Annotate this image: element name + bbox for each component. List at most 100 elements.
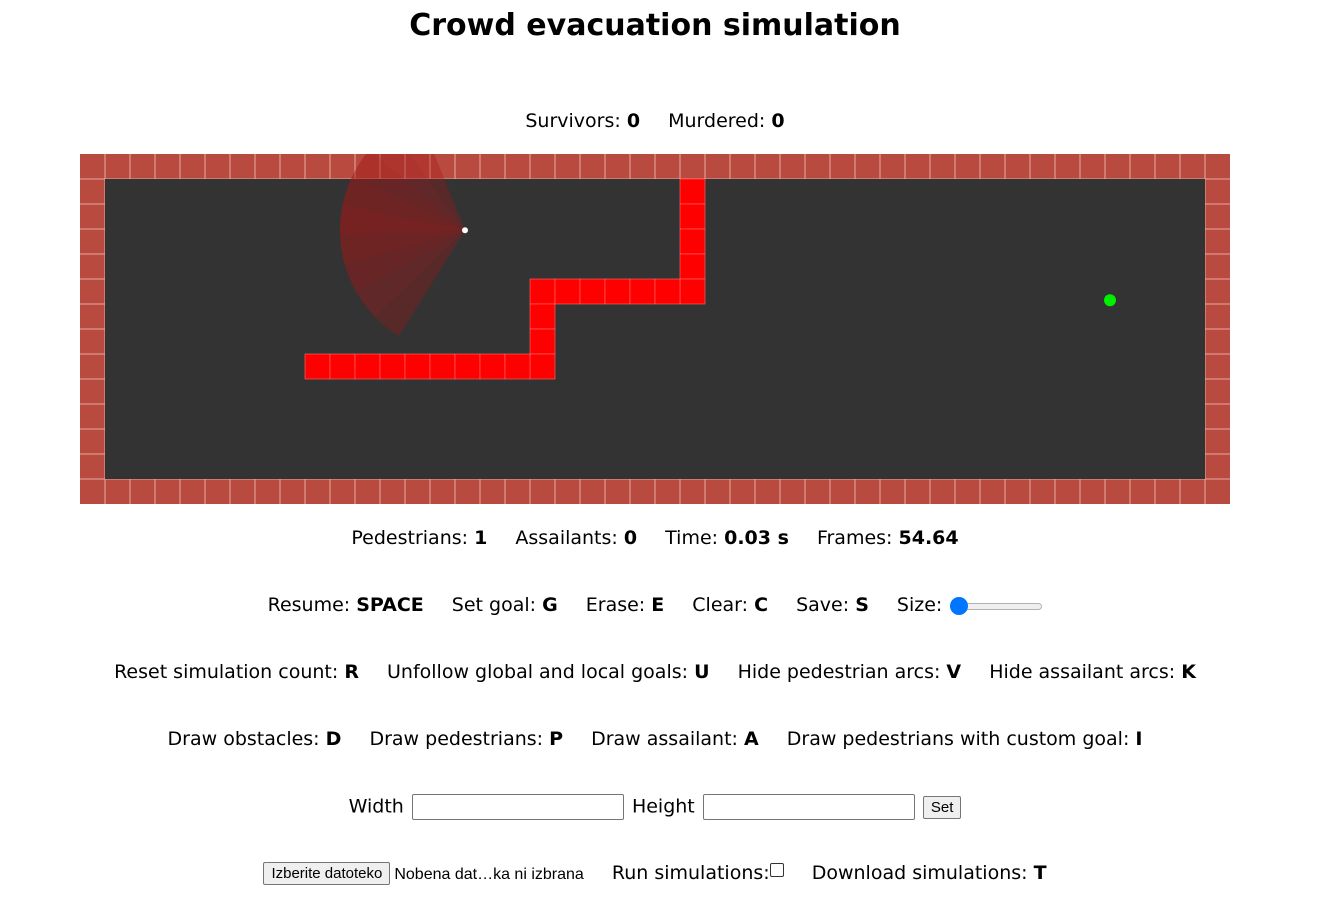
height-label: Height	[631, 795, 695, 818]
obstacle-cell	[679, 278, 706, 305]
run-simulations-checkbox[interactable]	[769, 863, 784, 877]
dimensions-row: Width Height Set	[0, 794, 1310, 820]
resume-key: SPACE	[356, 594, 424, 616]
obstacle-cell	[329, 353, 356, 380]
height-input[interactable]	[702, 794, 915, 820]
frames-stat: Frames: 54.64	[817, 527, 959, 549]
hide-ass-arcs-hint: Hide assailant arcs: K	[989, 661, 1196, 683]
frames-label: Frames:	[816, 527, 893, 549]
set-goal-label: Set goal:	[451, 594, 537, 616]
resume-hint: Resume: SPACE	[268, 594, 424, 616]
floor-area	[105, 179, 1205, 479]
draw-obstacles-key: D	[325, 728, 342, 750]
obstacle-cell	[529, 328, 556, 355]
obstacle-cell	[529, 353, 556, 380]
unfollow-hint: Unfollow global and local goals: U	[387, 661, 710, 683]
save-key: S	[855, 594, 869, 616]
goal-marker	[1104, 294, 1116, 307]
pedestrian-dot	[462, 227, 468, 234]
assailants-stat: Assailants: 0	[515, 527, 637, 549]
unfollow-label: Unfollow global and local goals:	[387, 661, 689, 683]
obstacle-cell	[554, 278, 581, 305]
time-label: Time:	[665, 527, 719, 549]
erase-label: Erase:	[585, 594, 646, 616]
obstacle-cell	[404, 353, 431, 380]
resume-label: Resume:	[267, 594, 351, 616]
survivors-count: 0	[626, 110, 641, 132]
murdered-stat: Murdered: 0	[668, 110, 785, 132]
time-stat: Time: 0.03 s	[665, 527, 789, 549]
clear-hint: Clear: C	[692, 594, 768, 616]
width-input[interactable]	[411, 794, 624, 820]
draw-assailant-label: Draw assailant:	[591, 728, 738, 750]
draw-custom-goal-hint: Draw pedestrians with custom goal: I	[787, 728, 1143, 750]
obstacle-cell	[679, 253, 706, 280]
controls-row-3: Draw obstacles: D Draw pedestrians: P Dr…	[0, 728, 1310, 750]
download-key: T	[1033, 862, 1047, 884]
obstacle-cell	[379, 353, 406, 380]
save-hint: Save: S	[796, 594, 869, 616]
draw-obstacles-label: Draw obstacles:	[167, 728, 320, 750]
draw-obstacles-hint: Draw obstacles: D	[168, 728, 342, 750]
size-label: Size:	[896, 594, 943, 616]
time-value: 0.03 s	[724, 527, 789, 549]
hide-ped-arcs-key: V	[946, 661, 962, 683]
obstacle-cell	[604, 278, 631, 305]
draw-custom-goal-key: I	[1135, 728, 1143, 750]
set-goal-hint: Set goal: G	[452, 594, 558, 616]
obstacle-cell	[354, 353, 381, 380]
reset-key: R	[344, 661, 359, 683]
pedestrians-stat: Pedestrians: 1	[351, 527, 487, 549]
size-control: Size:	[896, 594, 1043, 616]
download-hint: Download simulations: T	[812, 862, 1047, 884]
erase-key: E	[651, 594, 665, 616]
obstacle-cell	[579, 278, 606, 305]
size-slider[interactable]	[950, 596, 1043, 615]
run-simulations-label: Run simulations:	[611, 862, 770, 884]
clear-key: C	[754, 594, 769, 616]
files-row: Izberite datoteko Nobena dat…ka ni izbran…	[0, 862, 1310, 885]
obstacle-cell	[654, 278, 681, 305]
simulation-canvas[interactable]	[80, 154, 1230, 504]
obstacle-cell	[479, 353, 506, 380]
clear-label: Clear:	[692, 594, 749, 616]
draw-assailant-hint: Draw assailant: A	[591, 728, 759, 750]
page-title: Crowd evacuation simulation	[409, 8, 901, 43]
hide-ass-arcs-label: Hide assailant arcs:	[989, 661, 1176, 683]
survivors-label: Survivors:	[525, 110, 621, 132]
obstacle-cell	[454, 353, 481, 380]
obstacle-cell	[429, 353, 456, 380]
width-label: Width	[348, 795, 404, 818]
obstacle-cell	[504, 353, 531, 380]
score-bar: Survivors: 0 Murdered: 0	[0, 110, 1310, 132]
hide-ped-arcs-label: Hide pedestrian arcs:	[737, 661, 941, 683]
draw-pedestrians-label: Draw pedestrians:	[369, 728, 544, 750]
obstacle-cell	[679, 178, 706, 205]
murdered-count: 0	[771, 110, 785, 132]
controls-row-2: Reset simulation count: R Unfollow globa…	[0, 661, 1310, 683]
hide-ped-arcs-hint: Hide pedestrian arcs: V	[738, 661, 962, 683]
draw-pedestrians-hint: Draw pedestrians: P	[369, 728, 563, 750]
obstacle-cell	[629, 278, 656, 305]
assailants-count: 0	[623, 527, 638, 549]
obstacle-cell	[529, 303, 556, 330]
pedestrians-count: 1	[474, 527, 488, 549]
save-label: Save:	[796, 594, 850, 616]
info-bar: Pedestrians: 1 Assailants: 0 Time: 0.03 …	[0, 527, 1310, 549]
erase-hint: Erase: E	[586, 594, 664, 616]
unfollow-key: U	[694, 661, 710, 683]
draw-custom-goal-label: Draw pedestrians with custom goal:	[786, 728, 1130, 750]
choose-file-button[interactable]: Izberite datoteko	[263, 862, 391, 885]
set-button[interactable]: Set	[922, 795, 962, 819]
obstacle-cell	[304, 353, 331, 380]
reset-label: Reset simulation count:	[114, 661, 339, 683]
obstacle-cell	[679, 203, 706, 230]
assailants-label: Assailants:	[515, 527, 618, 549]
run-simulations: Run simulations:	[612, 862, 784, 884]
pedestrians-label: Pedestrians:	[351, 527, 469, 549]
hide-ass-arcs-key: K	[1181, 661, 1196, 683]
file-picker: Izberite datoteko Nobena dat…ka ni izbran…	[263, 862, 584, 885]
murdered-label: Murdered:	[668, 110, 766, 132]
slider-thumb[interactable]	[950, 596, 969, 615]
set-goal-key: G	[542, 594, 558, 616]
